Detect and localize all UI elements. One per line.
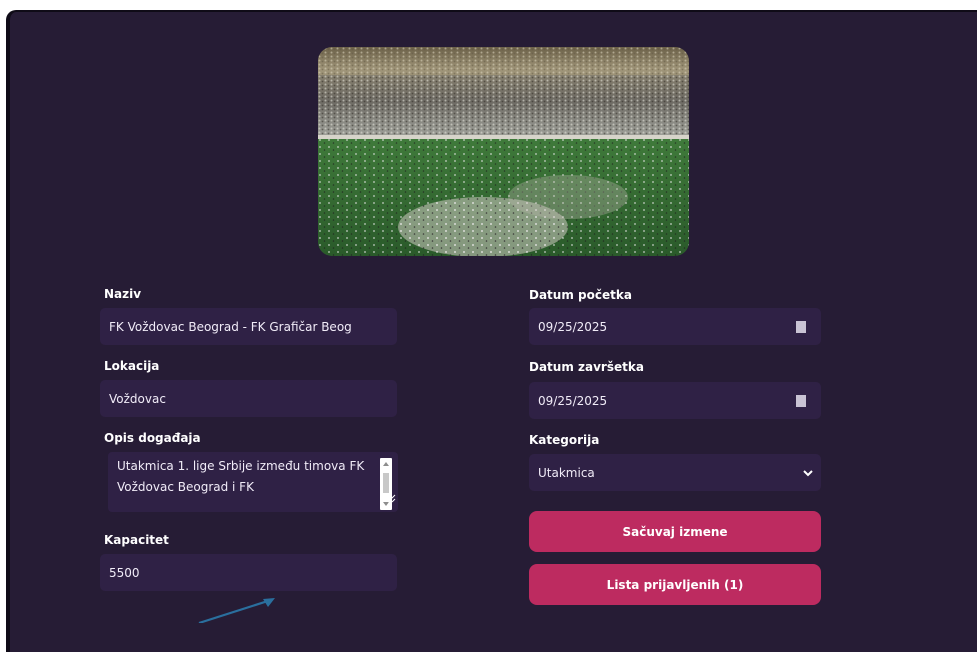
datum-pocetka-value: 09/25/2025 xyxy=(538,319,608,334)
stadium-image xyxy=(318,47,689,256)
datum-zavrsetka-input[interactable]: 09/25/2025 xyxy=(529,382,821,419)
naziv-input[interactable]: FK Voždovac Beograd - FK Grafičar Beog xyxy=(100,308,397,345)
kapacitet-label: Kapacitet xyxy=(104,533,169,547)
datum-pocetka-input[interactable]: 09/25/2025 xyxy=(529,308,821,345)
opis-text: Utakmica 1. lige Srbije između timova FK… xyxy=(117,459,365,494)
arrow-icon xyxy=(198,598,275,623)
datum-zavrsetka-label: Datum završetka xyxy=(529,360,644,374)
naziv-label: Naziv xyxy=(104,287,142,301)
resize-grip-icon[interactable] xyxy=(386,489,396,510)
save-changes-button[interactable]: Sačuvaj izmene xyxy=(529,511,821,552)
calendar-icon[interactable] xyxy=(796,320,806,333)
lokacija-input[interactable]: Voždovac xyxy=(100,380,397,417)
kategorija-select[interactable]: Utakmica xyxy=(529,454,821,491)
opis-textarea[interactable]: Utakmica 1. lige Srbije između timova FK… xyxy=(108,452,398,512)
chevron-down-icon xyxy=(803,466,813,480)
kategorija-value: Utakmica xyxy=(538,465,595,480)
event-image xyxy=(318,47,689,256)
kapacitet-input[interactable]: 5500 xyxy=(100,554,397,591)
kategorija-label: Kategorija xyxy=(529,433,600,447)
opis-label: Opis događaja xyxy=(104,431,201,445)
datum-pocetka-label: Datum početka xyxy=(529,288,632,302)
registrations-list-button[interactable]: Lista prijavljenih (1) xyxy=(529,564,821,605)
datum-zavrsetka-value: 09/25/2025 xyxy=(538,393,608,408)
lokacija-label: Lokacija xyxy=(104,359,160,373)
calendar-icon[interactable] xyxy=(796,394,806,407)
